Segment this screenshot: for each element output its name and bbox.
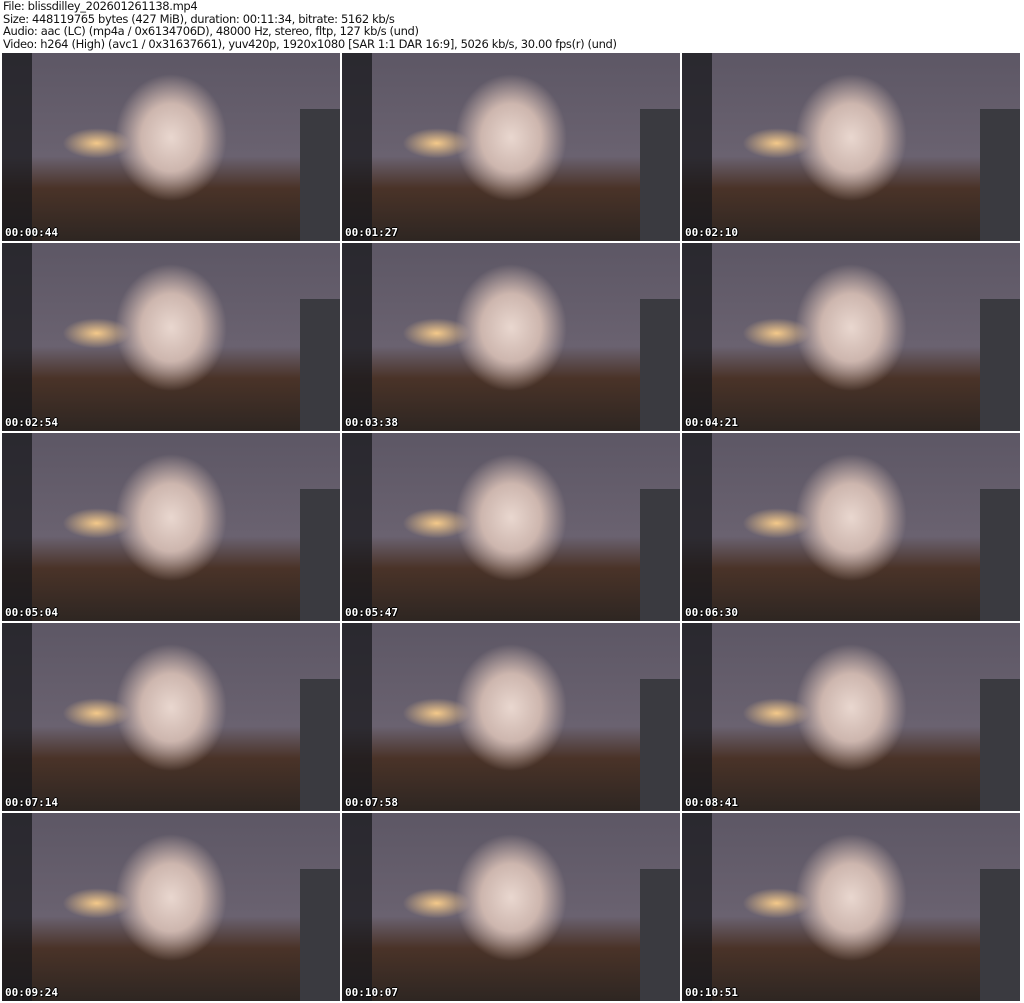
thumbnail-background-door [640, 869, 680, 1001]
thumbnail-background-door [980, 489, 1020, 621]
thumbnail-timestamp: 00:01:27 [345, 226, 398, 239]
thumbnail-background-door [300, 489, 340, 621]
thumbnail-timestamp: 00:07:14 [5, 796, 58, 809]
video-thumbnail: 00:09:24 [2, 813, 340, 1001]
video-thumbnail: 00:01:27 [342, 53, 680, 241]
thumbnail-background-door [300, 869, 340, 1001]
thumbnail-timestamp: 00:04:21 [685, 416, 738, 429]
video-thumbnail: 00:05:47 [342, 433, 680, 621]
thumbnail-overlay-panel [682, 813, 712, 1001]
audio-info: Audio: aac (LC) (mp4a / 0x6134706D), 480… [3, 24, 419, 38]
video-thumbnail: 00:02:54 [2, 243, 340, 431]
thumbnail-overlay-panel [342, 243, 372, 431]
thumbnail-background-door [300, 109, 340, 241]
video-thumbnail: 00:07:58 [342, 623, 680, 811]
thumbnail-overlay-panel [2, 243, 32, 431]
thumbnail-background-door [640, 299, 680, 431]
thumbnail-overlay-panel [682, 53, 712, 241]
thumbnail-background-door [300, 679, 340, 811]
thumbnail-timestamp: 00:10:51 [685, 986, 738, 999]
thumbnail-background-door [980, 109, 1020, 241]
thumbnail-overlay-panel [342, 623, 372, 811]
thumbnail-background-door [640, 679, 680, 811]
thumbnail-timestamp: 00:02:54 [5, 416, 58, 429]
thumbnail-timestamp: 00:02:10 [685, 226, 738, 239]
thumbnail-timestamp: 00:10:07 [345, 986, 398, 999]
file-info-header: File: blissdilley_202601261138.mp4 Size:… [3, 0, 617, 50]
video-thumbnail: 00:08:41 [682, 623, 1020, 811]
thumbnail-timestamp: 00:00:44 [5, 226, 58, 239]
thumbnail-overlay-panel [2, 53, 32, 241]
video-info: Video: h264 (High) (avc1 / 0x31637661), … [3, 36, 617, 51]
thumbnail-overlay-panel [2, 433, 32, 621]
video-thumbnail: 00:06:30 [682, 433, 1020, 621]
thumbnail-timestamp: 00:09:24 [5, 986, 58, 999]
thumbnail-background-door [640, 109, 680, 241]
thumbnail-overlay-panel [682, 433, 712, 621]
file-name: File: blissdilley_202601261138.mp4 [3, 0, 198, 13]
thumbnail-background-door [300, 299, 340, 431]
thumbnail-timestamp: 00:08:41 [685, 796, 738, 809]
thumbnail-background-door [640, 489, 680, 621]
thumbnail-grid: 00:00:44 00:01:27 00:02:10 00:02:54 00:03:38… [2, 53, 1022, 1001]
thumbnail-background-door [980, 869, 1020, 1001]
video-thumbnail: 00:05:04 [2, 433, 340, 621]
thumbnail-overlay-panel [2, 813, 32, 1001]
video-thumbnail: 00:10:07 [342, 813, 680, 1001]
video-thumbnail: 00:02:10 [682, 53, 1020, 241]
thumbnail-overlay-panel [342, 813, 372, 1001]
video-thumbnail: 00:10:51 [682, 813, 1020, 1001]
thumbnail-timestamp: 00:03:38 [345, 416, 398, 429]
video-thumbnail: 00:04:21 [682, 243, 1020, 431]
thumbnail-timestamp: 00:05:04 [5, 606, 58, 619]
thumbnail-timestamp: 00:07:58 [345, 796, 398, 809]
thumbnail-background-door [980, 679, 1020, 811]
thumbnail-overlay-panel [2, 623, 32, 811]
thumbnail-overlay-panel [342, 433, 372, 621]
thumbnail-background-door [980, 299, 1020, 431]
video-thumbnail: 00:00:44 [2, 53, 340, 241]
thumbnail-overlay-panel [342, 53, 372, 241]
thumbnail-timestamp: 00:05:47 [345, 606, 398, 619]
thumbnail-overlay-panel [682, 623, 712, 811]
video-thumbnail: 00:07:14 [2, 623, 340, 811]
video-thumbnail: 00:03:38 [342, 243, 680, 431]
thumbnail-overlay-panel [682, 243, 712, 431]
thumbnail-timestamp: 00:06:30 [685, 606, 738, 619]
